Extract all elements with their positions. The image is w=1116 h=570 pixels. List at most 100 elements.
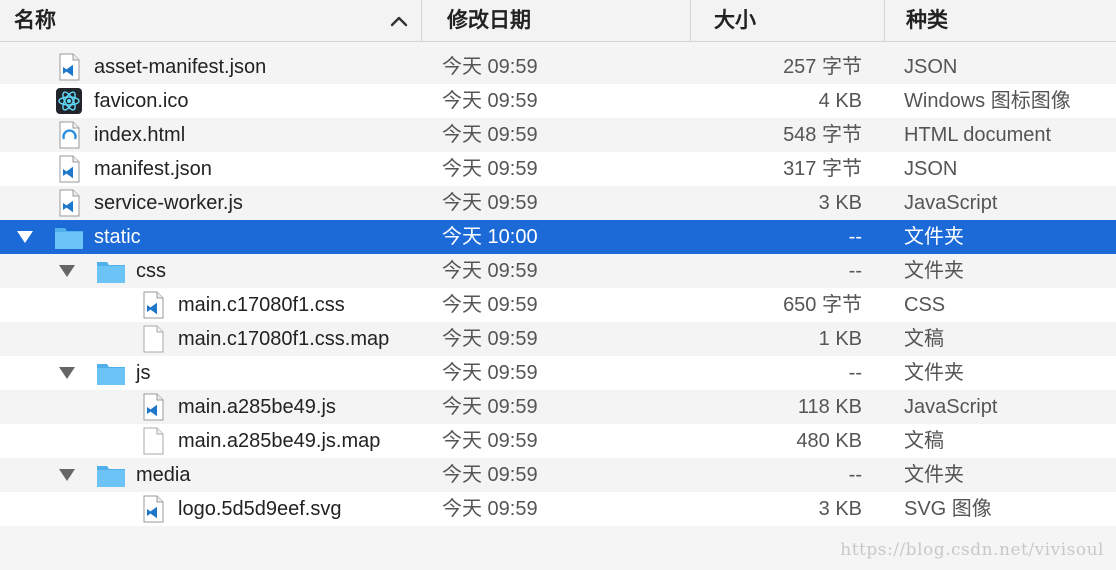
blank-document-icon [143, 325, 164, 353]
file-name: logo.5d5d9eef.svg [178, 498, 342, 520]
file-name: main.c17080f1.css [178, 294, 345, 316]
file-size: -- [848, 226, 862, 248]
file-kind: 文件夹 [904, 260, 964, 282]
modified-date: 今天 09:59 [442, 124, 538, 146]
file-name: main.a285be49.js.map [178, 430, 381, 452]
file-row[interactable]: main.a285be49.js 今天 09:59 118 KB JavaScript [0, 390, 1116, 424]
folder-icon [55, 228, 83, 249]
column-header-name[interactable]: 名称 [0, 0, 422, 41]
vscode-file-icon [59, 155, 80, 183]
file-row[interactable]: index.html 今天 09:59 548 字节 HTML document [0, 118, 1116, 152]
folder-row[interactable]: static 今天 10:00 -- 文件夹 [0, 220, 1116, 254]
modified-date: 今天 09:59 [442, 430, 538, 452]
modified-date: 今天 09:59 [442, 362, 538, 384]
column-header-date[interactable]: 修改日期 [423, 0, 691, 41]
file-kind: 文件夹 [904, 362, 964, 384]
folder-icon [97, 364, 125, 385]
modified-date: 今天 10:00 [442, 226, 538, 248]
modified-date: 今天 09:59 [442, 396, 538, 418]
file-name: main.a285be49.js [178, 396, 336, 418]
file-name: service-worker.js [94, 192, 243, 214]
modified-date: 今天 09:59 [442, 56, 538, 78]
folder-icon [97, 466, 125, 487]
file-row[interactable]: favicon.ico 今天 09:59 4 KB Windows 图标图像 [0, 84, 1116, 118]
folder-row[interactable]: css 今天 09:59 -- 文件夹 [0, 254, 1116, 288]
folder-row[interactable]: js 今天 09:59 -- 文件夹 [0, 356, 1116, 390]
sort-ascending-icon[interactable] [388, 12, 410, 30]
column-header-kind-label: 种类 [906, 9, 948, 32]
watermark: https://blog.csdn.net/vivisoul [840, 540, 1104, 560]
folder-icon [97, 262, 125, 283]
file-size: -- [848, 260, 862, 282]
file-name: css [136, 260, 166, 282]
file-kind: 文件夹 [904, 464, 964, 486]
folder-row[interactable]: media 今天 09:59 -- 文件夹 [0, 458, 1116, 492]
modified-date: 今天 09:59 [442, 328, 538, 350]
modified-date: 今天 09:59 [442, 260, 538, 282]
file-size: 480 KB [796, 430, 862, 452]
column-header-name-label: 名称 [14, 9, 56, 32]
modified-date: 今天 09:59 [442, 294, 538, 316]
file-kind: CSS [904, 294, 946, 316]
file-name: manifest.json [94, 158, 212, 180]
file-row[interactable]: logo.5d5d9eef.svg 今天 09:59 3 KB SVG 图像 [0, 492, 1116, 526]
column-header: 名称 修改日期 大小 种类 [0, 0, 1116, 42]
file-name: asset-manifest.json [94, 56, 267, 78]
vscode-file-icon [59, 189, 80, 217]
file-name: favicon.ico [94, 90, 189, 112]
vscode-file-icon [143, 393, 164, 421]
html-file-icon [59, 121, 80, 149]
file-size: 257 字节 [783, 56, 862, 78]
file-size: -- [848, 362, 862, 384]
file-size: 118 KB [797, 396, 862, 418]
column-header-date-label: 修改日期 [447, 9, 531, 32]
file-kind: Windows 图标图像 [904, 90, 1071, 112]
file-kind: JSON [904, 158, 958, 180]
disclosure-triangle-expanded-icon[interactable] [58, 264, 76, 278]
column-header-size[interactable]: 大小 [692, 0, 885, 41]
file-kind: JavaScript [904, 192, 998, 214]
file-kind: SVG 图像 [904, 498, 992, 520]
column-header-kind[interactable]: 种类 [886, 0, 1116, 41]
file-kind: JavaScript [904, 396, 998, 418]
disclosure-triangle-expanded-icon[interactable] [58, 366, 76, 380]
vscode-file-icon [143, 495, 164, 523]
file-size: 4 KB [818, 90, 862, 112]
modified-date: 今天 09:59 [442, 90, 538, 112]
file-size: -- [848, 464, 862, 486]
vscode-file-icon [143, 291, 164, 319]
file-name: js [136, 362, 151, 384]
modified-date: 今天 09:59 [442, 464, 538, 486]
file-row[interactable]: asset-manifest.json 今天 09:59 257 字节 JSON [0, 50, 1116, 84]
file-size: 317 字节 [783, 158, 862, 180]
file-row[interactable]: manifest.json 今天 09:59 317 字节 JSON [0, 152, 1116, 186]
file-size: 3 KB [818, 498, 862, 520]
file-row[interactable]: main.c17080f1.css 今天 09:59 650 字节 CSS [0, 288, 1116, 322]
file-size: 3 KB [818, 192, 862, 214]
disclosure-triangle-expanded-icon[interactable] [16, 230, 34, 244]
modified-date: 今天 09:59 [442, 498, 538, 520]
file-size: 650 字节 [783, 294, 862, 316]
blank-document-icon [143, 427, 164, 455]
disclosure-triangle-expanded-icon[interactable] [58, 468, 76, 482]
file-kind: HTML document [904, 124, 1052, 146]
react-logo-icon [56, 88, 82, 114]
file-name: main.c17080f1.css.map [178, 328, 390, 350]
file-kind: 文稿 [904, 328, 944, 350]
file-name: media [136, 464, 191, 486]
file-kind: 文件夹 [904, 226, 964, 248]
file-row[interactable]: main.c17080f1.css.map 今天 09:59 1 KB 文稿 [0, 322, 1116, 356]
file-name: index.html [94, 124, 186, 146]
file-name: static [94, 226, 141, 248]
file-size: 548 字节 [783, 124, 862, 146]
file-row[interactable]: main.a285be49.js.map 今天 09:59 480 KB 文稿 [0, 424, 1116, 458]
column-header-size-label: 大小 [714, 9, 756, 32]
file-kind: JSON [904, 56, 958, 78]
file-kind: 文稿 [904, 430, 944, 452]
file-size: 1 KB [818, 328, 862, 350]
file-row[interactable]: service-worker.js 今天 09:59 3 KB JavaScript [0, 186, 1116, 220]
vscode-file-icon [59, 53, 80, 81]
modified-date: 今天 09:59 [442, 192, 538, 214]
file-list: asset-manifest.json 今天 09:59 257 字节 JSON fav… [0, 50, 1116, 526]
modified-date: 今天 09:59 [442, 158, 538, 180]
